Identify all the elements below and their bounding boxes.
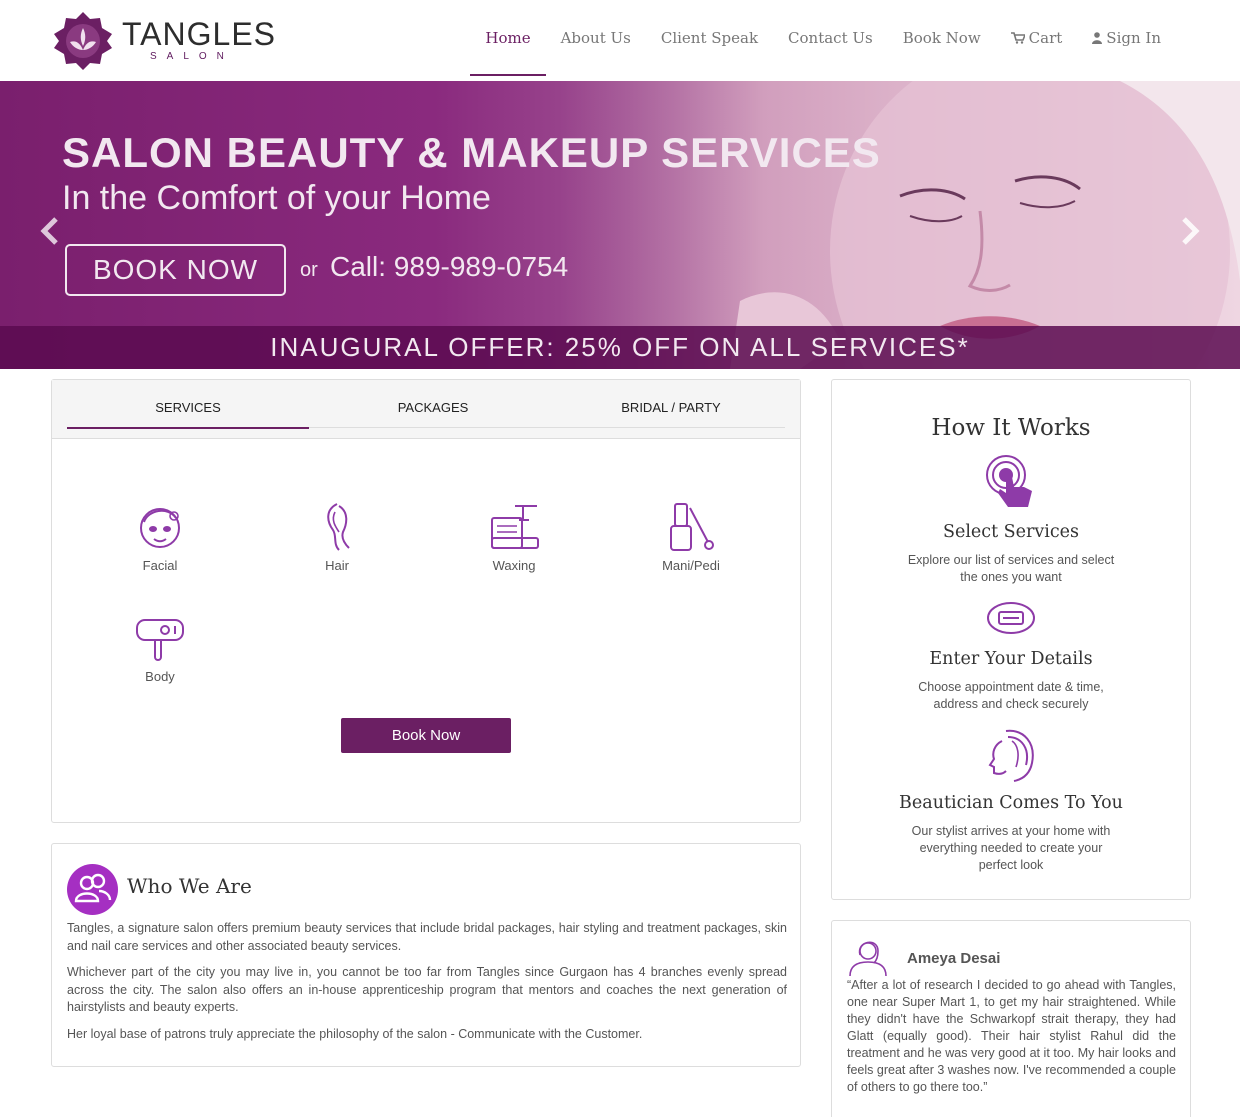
brand-name: TANGLES	[122, 16, 276, 52]
active-tab-indicator	[67, 427, 309, 429]
step-2-desc: Choose appointment date & time, address …	[918, 680, 1104, 711]
people-icon	[74, 873, 112, 903]
tab-divider	[309, 427, 785, 428]
nav-cart-label: Cart	[1028, 29, 1063, 47]
hair-dryer-icon	[136, 619, 184, 661]
step-3-title: Beautician Comes To You	[899, 793, 1123, 813]
testimonial-quote: “After a lot of research I decided to go…	[847, 978, 1176, 1094]
tab-bridal-party[interactable]: BRIDAL / PARTY	[550, 400, 792, 415]
who-we-are-section: Who We Are Tangles, a signature salon of…	[51, 843, 801, 1067]
nav-cart[interactable]: Cart	[996, 0, 1078, 76]
who-we-are-text: Tangles, a signature salon offers premiu…	[67, 920, 787, 1052]
service-waxing[interactable]: Waxing	[464, 502, 564, 573]
banner-book-now-button[interactable]: BOOK NOW	[65, 244, 286, 296]
service-facial[interactable]: Facial	[110, 502, 210, 573]
hero-banner: SALON BEAUTY & MAKEUP SERVICES In the Co…	[0, 81, 1240, 369]
how-it-works-section: How It Works Select Services Explore our…	[831, 379, 1191, 900]
woman-profile-icon	[988, 729, 1034, 782]
service-hair[interactable]: Hair	[287, 502, 387, 573]
card-icon	[987, 602, 1035, 634]
site-header: TANGLES SALON Home About Us Client Speak…	[0, 0, 1240, 81]
banner-headline: SALON BEAUTY & MAKEUP SERVICES	[62, 129, 881, 176]
service-body[interactable]: Body	[110, 617, 210, 684]
cart-icon	[1010, 32, 1025, 44]
who-paragraph-3: Her loyal base of patrons truly apprecia…	[67, 1026, 643, 1041]
logo-emblem-icon	[54, 12, 112, 70]
carousel-prev-icon[interactable]	[38, 216, 62, 246]
hair-icon	[327, 503, 350, 551]
step-2-title: Enter Your Details	[929, 649, 1093, 669]
carousel-next-icon[interactable]	[1178, 216, 1202, 246]
who-paragraph-2: Whichever part of the city you may live …	[67, 965, 787, 1014]
nav-about-label: About Us	[560, 29, 631, 47]
banner-offer-strip: INAUGURAL OFFER: 25% OFF ON ALL SERVICES…	[0, 326, 1240, 369]
service-mani-pedi[interactable]: Mani/Pedi	[641, 502, 741, 573]
step-1-desc: Explore our list of services and select …	[907, 553, 1115, 584]
waxing-icon	[491, 505, 539, 549]
how-it-works-title: How It Works	[931, 415, 1091, 441]
nail-polish-icon	[670, 503, 714, 551]
tab-services[interactable]: SERVICES	[67, 400, 309, 415]
service-tabs: SERVICES PACKAGES BRIDAL / PARTY	[52, 380, 800, 439]
nav-contact-us[interactable]: Contact Us	[773, 0, 888, 76]
who-we-are-icon-badge	[67, 864, 118, 915]
nav-book-label: Book Now	[902, 29, 981, 47]
nav-home[interactable]: Home	[470, 0, 546, 76]
nav-sign-in-label: Sign In	[1106, 29, 1161, 47]
user-icon	[1092, 32, 1103, 44]
nav-client-speak-label: Client Speak	[660, 29, 759, 47]
tap-icon	[986, 455, 1032, 507]
testimonial-card: Ameya Desai “After a lot of research I d…	[831, 920, 1191, 1117]
step-1-title: Select Services	[942, 522, 1080, 542]
service-body-label: Body	[145, 669, 175, 684]
brand-subtitle: SALON	[150, 51, 234, 62]
step-3-desc: Our stylist arrives at your home with ev…	[911, 824, 1111, 872]
who-we-are-title: Who We Are	[127, 874, 252, 898]
service-waxing-label: Waxing	[492, 558, 536, 573]
book-now-button[interactable]: Book Now	[341, 718, 511, 753]
testimonial-author: Ameya Desai	[907, 950, 1001, 967]
avatar-icon	[849, 941, 887, 977]
nav-contact-label: Contact Us	[788, 29, 873, 47]
facial-icon	[140, 508, 180, 548]
nav-book-now[interactable]: Book Now	[888, 0, 996, 76]
brand-logo[interactable]: TANGLES SALON	[52, 10, 275, 72]
main-nav: Home About Us Client Speak Contact Us Bo…	[470, 0, 1176, 81]
banner-or-text: or	[300, 259, 318, 281]
services-panel: SERVICES PACKAGES BRIDAL / PARTY Facial …	[51, 379, 801, 823]
service-mani-pedi-label: Mani/Pedi	[662, 558, 720, 573]
nav-sign-in[interactable]: Sign In	[1077, 0, 1176, 76]
banner-subheadline: In the Comfort of your Home	[62, 179, 491, 217]
nav-about-us[interactable]: About Us	[546, 0, 646, 76]
nav-client-speak[interactable]: Client Speak	[646, 0, 773, 76]
who-paragraph-1: Tangles, a signature salon offers premiu…	[67, 921, 787, 953]
service-facial-label: Facial	[142, 558, 178, 573]
banner-call-number[interactable]: Call: 989-989-0754	[330, 251, 568, 283]
nav-home-label: Home	[485, 29, 531, 47]
service-hair-label: Hair	[325, 558, 349, 573]
tab-packages[interactable]: PACKAGES	[312, 400, 554, 415]
